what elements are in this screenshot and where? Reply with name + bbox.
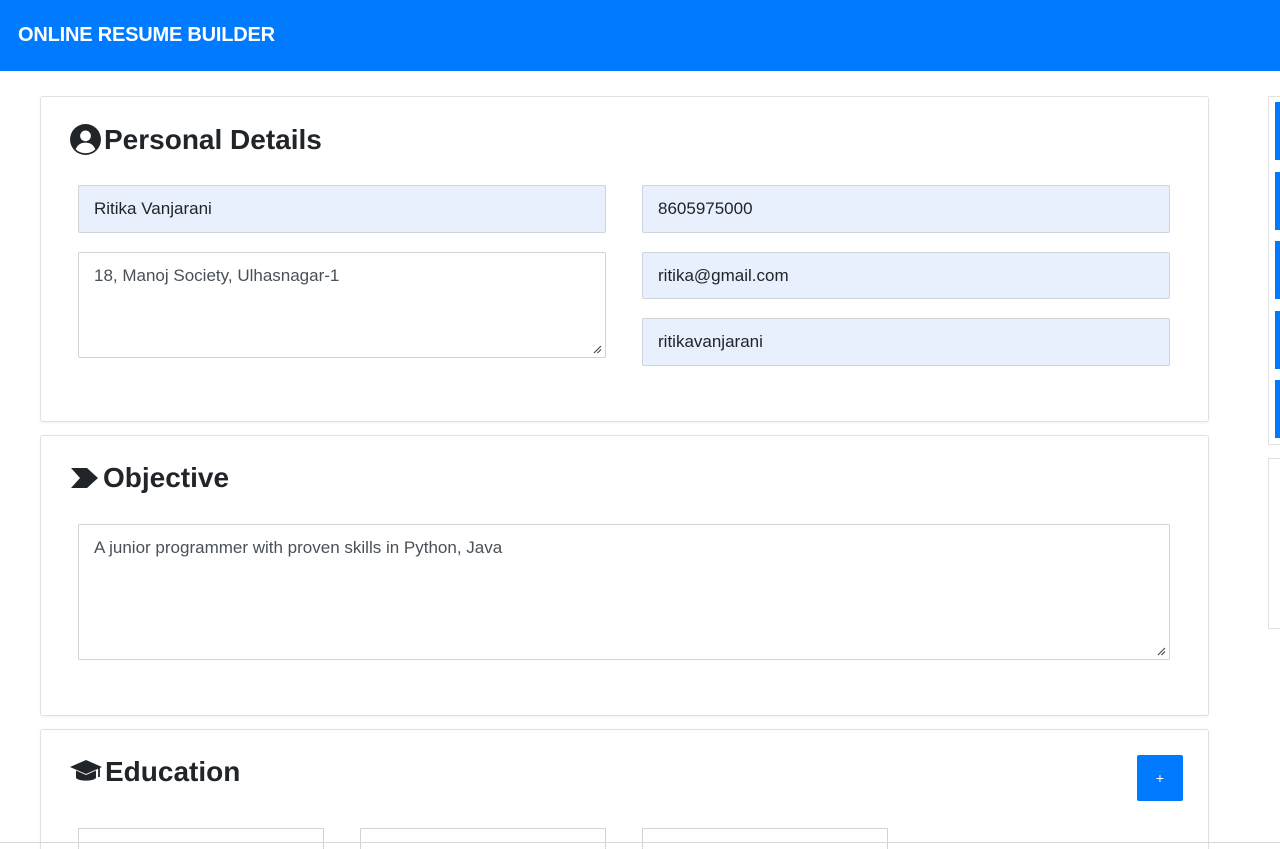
side-nav-tab[interactable] (1275, 380, 1280, 438)
education-input[interactable] (360, 828, 606, 849)
email-input[interactable]: ritika@gmail.com (642, 252, 1170, 299)
objective-value: A junior programmer with proven skills i… (94, 538, 503, 557)
add-education-button[interactable]: + (1137, 755, 1183, 801)
objective-textarea[interactable]: A junior programmer with proven skills i… (78, 524, 1170, 660)
address-textarea[interactable]: 18, Manoj Society, Ulhasnagar-1 (78, 252, 606, 358)
side-nav-tab[interactable] (1275, 241, 1280, 299)
education-input[interactable] (78, 828, 324, 849)
section-title: Personal Details (104, 123, 322, 155)
side-nav-tab[interactable] (1275, 311, 1280, 369)
objective-heading: Objective (69, 462, 229, 494)
education-input[interactable] (642, 828, 888, 849)
section-title: Objective (103, 462, 230, 493)
personal-details-heading: Personal Details (69, 123, 322, 156)
name-input[interactable]: Ritika Vanjarani (78, 185, 606, 233)
username-value: ritikavanjarani (658, 332, 763, 351)
phone-input[interactable]: 8605975000 (642, 185, 1170, 233)
resize-grip-icon[interactable] (593, 345, 602, 354)
address-value: 18, Manoj Society, Ulhasnagar-1 (94, 266, 340, 285)
username-input[interactable]: ritikavanjarani (642, 318, 1170, 366)
top-navbar: ONLINE RESUME BUILDER (0, 0, 1280, 71)
phone-value: 8605975000 (658, 199, 753, 218)
chevron-right-icon (69, 466, 101, 490)
email-value: ritika@gmail.com (658, 265, 789, 285)
objective-card: Objective A junior programmer with prove… (40, 435, 1209, 716)
graduation-cap-icon (69, 758, 103, 786)
app-brand[interactable]: ONLINE RESUME BUILDER (18, 24, 275, 47)
education-card: Education + (40, 729, 1209, 849)
user-circle-icon (69, 123, 102, 156)
section-title: Education (105, 756, 241, 787)
side-nav-tab[interactable] (1275, 172, 1280, 230)
divider (0, 842, 1280, 843)
resize-grip-icon[interactable] (1157, 647, 1166, 656)
side-preview-panel (1268, 458, 1280, 629)
personal-details-card: Personal Details Ritika Vanjarani 860597… (40, 96, 1209, 422)
education-heading: Education (69, 756, 240, 788)
side-nav-tab[interactable] (1275, 102, 1280, 160)
name-value: Ritika Vanjarani (94, 199, 212, 218)
